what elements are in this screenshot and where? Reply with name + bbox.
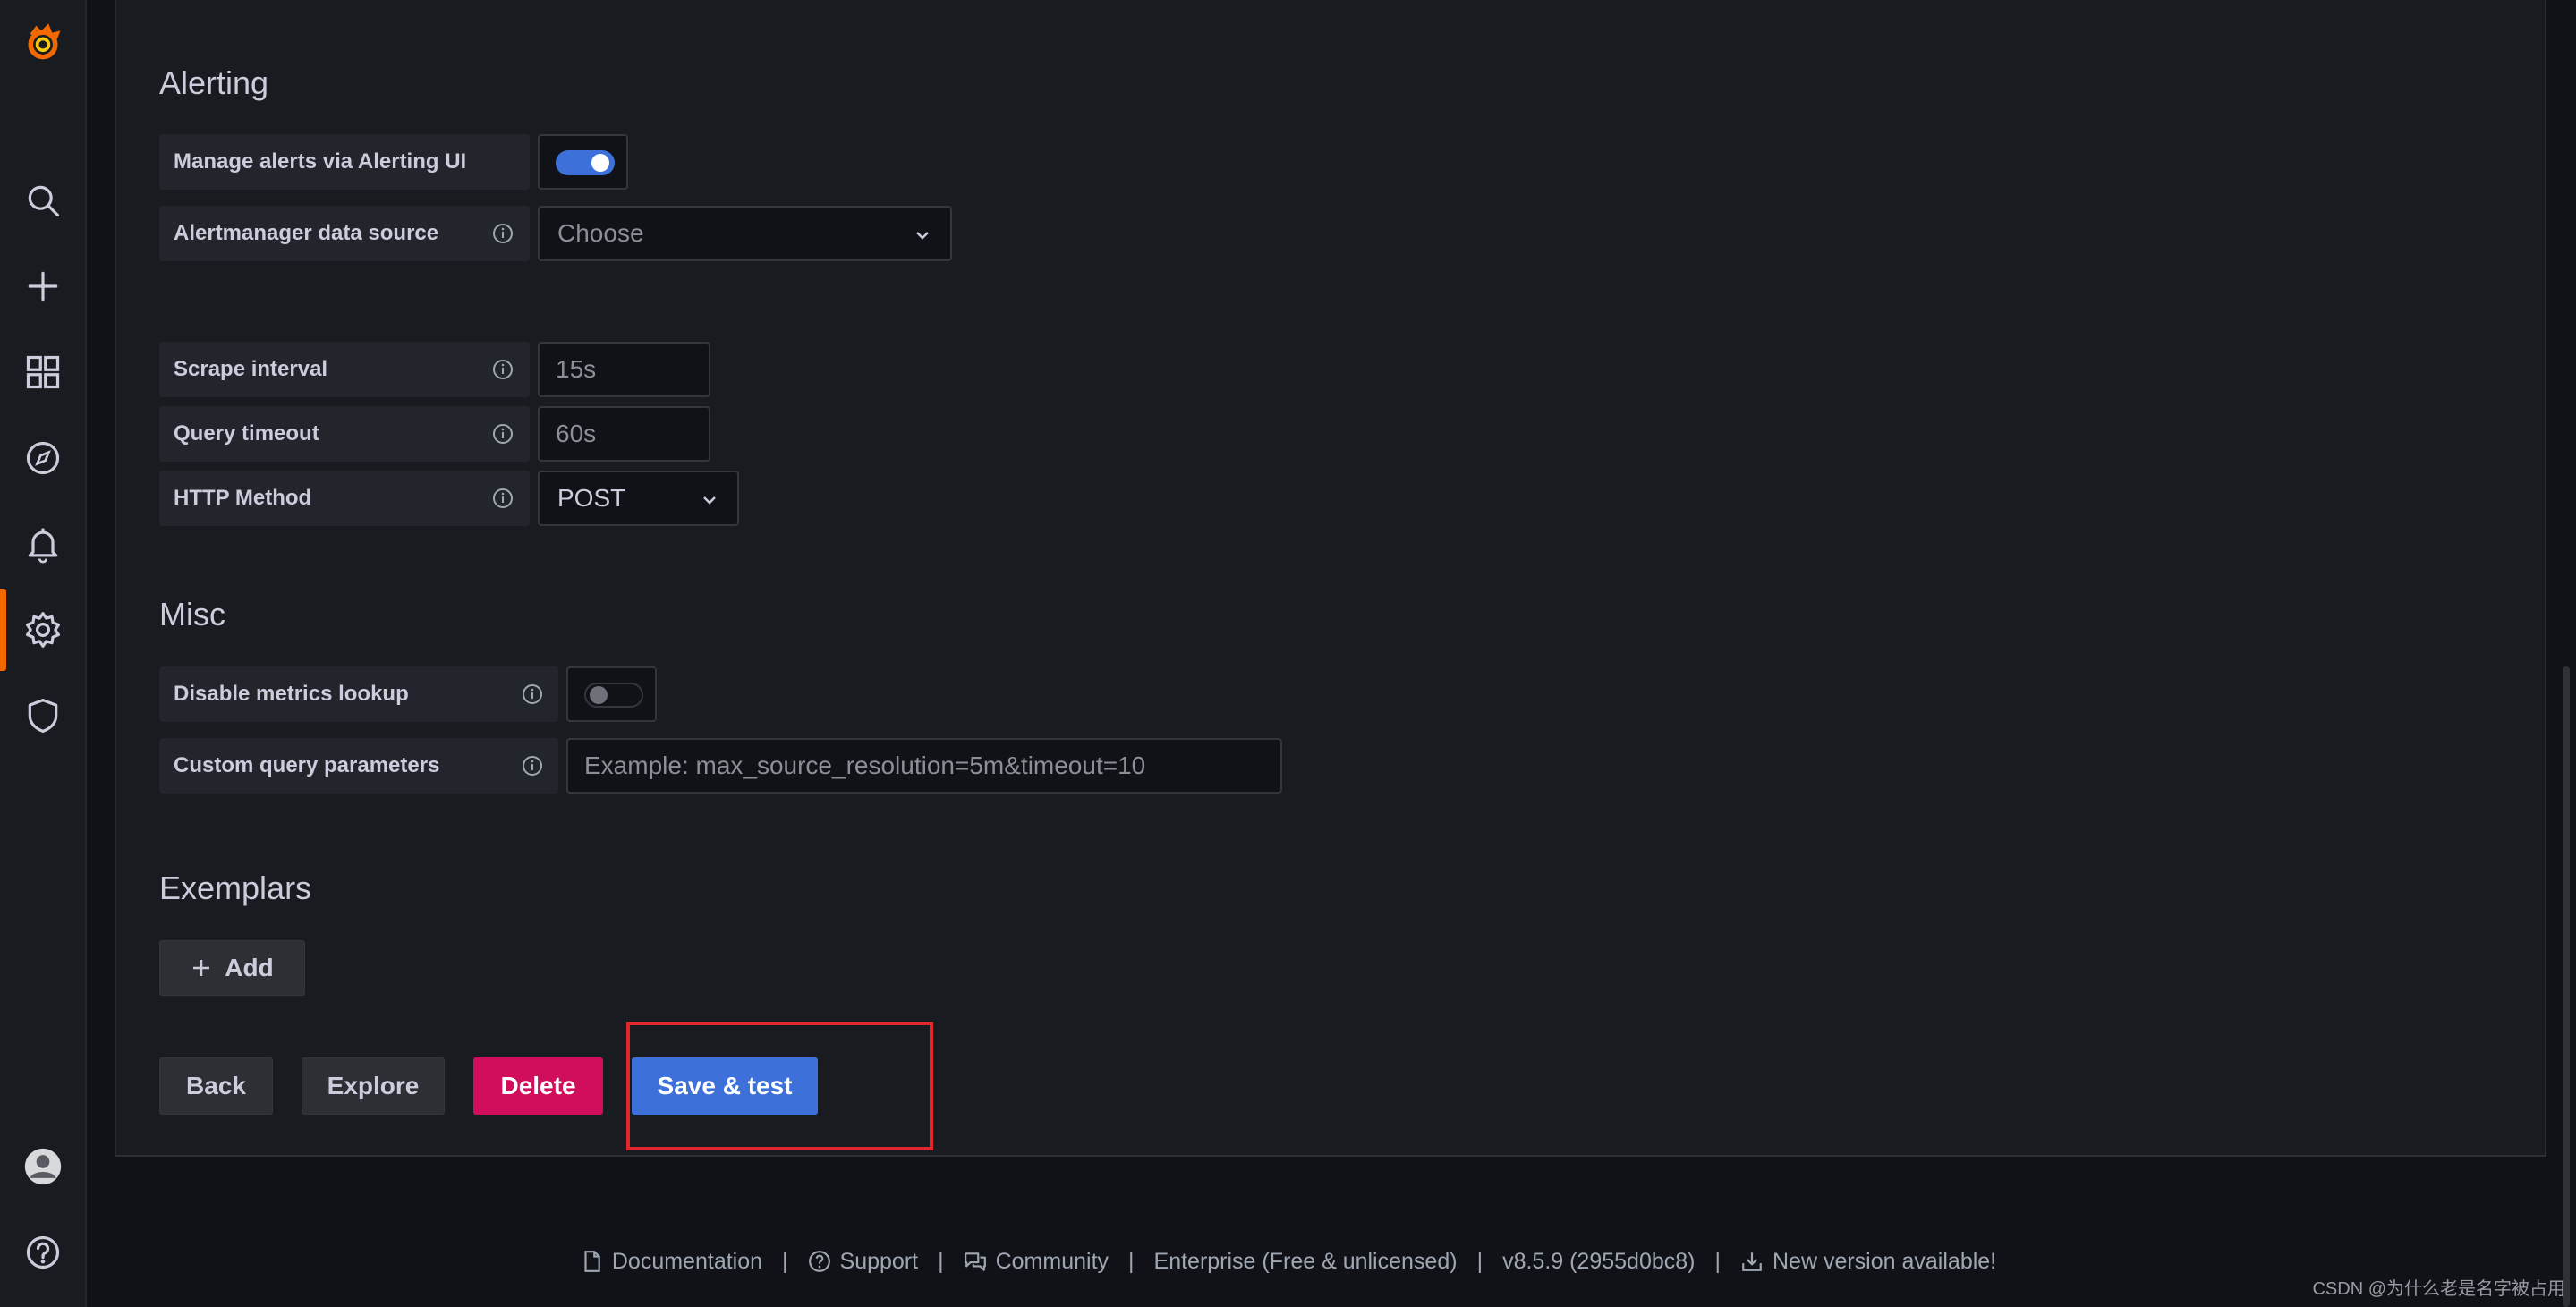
footer-community-link[interactable]: Community	[964, 1249, 1109, 1275]
back-button[interactable]: Back	[159, 1057, 273, 1115]
custom-params-placeholder: Example: max_source_resolution=5m&timeou…	[584, 751, 1146, 779]
info-icon[interactable]	[492, 488, 514, 509]
info-icon[interactable]	[492, 423, 514, 445]
http-method-select[interactable]: POST	[538, 471, 739, 526]
info-icon[interactable]	[522, 755, 543, 777]
server-admin-icon[interactable]	[21, 694, 64, 737]
explore-icon[interactable]	[21, 437, 64, 480]
footer-documentation-text: Documentation	[611, 1248, 763, 1274]
grafana-logo-icon[interactable]	[21, 21, 64, 64]
chevron-down-icon	[703, 496, 716, 505]
footer-separator: |	[782, 1248, 788, 1274]
disable-lookup-switch-wrap	[566, 666, 657, 722]
info-icon[interactable]	[522, 683, 543, 705]
side-nav	[0, 0, 87, 1307]
query-timeout-label: Query timeout	[159, 406, 530, 462]
footer-separator: |	[1476, 1248, 1484, 1274]
add-exemplar-button[interactable]: Add	[159, 940, 305, 996]
footer-support-text: Support	[839, 1248, 919, 1274]
plus-icon	[193, 960, 210, 976]
query-timeout-placeholder: 60s	[556, 420, 597, 447]
toggle-knob	[591, 154, 609, 172]
manage-alerts-switch-wrap	[538, 134, 628, 190]
footer-new-version-link[interactable]: New version available!	[1740, 1249, 1996, 1275]
manage-alerts-toggle[interactable]	[556, 150, 615, 175]
custom-params-input[interactable]: Example: max_source_resolution=5m&timeou…	[566, 738, 1282, 794]
footer-documentation-link[interactable]: Documentation	[580, 1249, 762, 1275]
search-icon[interactable]	[21, 179, 64, 222]
scrape-interval-label-text: Scrape interval	[174, 357, 328, 381]
active-nav-indicator	[0, 589, 6, 671]
footer: Documentation | Support | Community | En…	[0, 1245, 2576, 1277]
disable-lookup-label-text: Disable metrics lookup	[174, 682, 409, 706]
alerting-icon[interactable]	[21, 522, 64, 565]
page-scrollbar[interactable]	[2563, 666, 2570, 1307]
query-timeout-input[interactable]: 60s	[538, 406, 710, 462]
alertmanager-label: Alertmanager data source	[159, 206, 530, 261]
scrape-interval-label: Scrape interval	[159, 342, 530, 397]
add-exemplar-label: Add	[225, 954, 274, 981]
http-method-value: POST	[557, 484, 626, 512]
query-timeout-label-text: Query timeout	[174, 421, 319, 446]
http-method-label: HTTP Method	[159, 471, 530, 526]
alertmanager-select[interactable]: Choose	[538, 206, 952, 261]
alertmanager-label-text: Alertmanager data source	[174, 221, 439, 245]
custom-params-label-text: Custom query parameters	[174, 753, 440, 777]
explore-button[interactable]: Explore	[302, 1057, 445, 1115]
misc-section-title: Misc	[159, 596, 225, 632]
scrape-interval-placeholder: 15s	[556, 355, 597, 383]
manage-alerts-label-text: Manage alerts via Alerting UI	[174, 149, 467, 174]
question-circle-icon	[808, 1251, 830, 1272]
footer-new-version-text: New version available!	[1773, 1248, 1997, 1274]
footer-separator: |	[1128, 1248, 1135, 1274]
scrape-interval-input[interactable]: 15s	[538, 342, 710, 397]
custom-params-label: Custom query parameters	[159, 738, 558, 794]
footer-version: v8.5.9 (2955d0bc8)	[1502, 1248, 1696, 1274]
disable-lookup-label: Disable metrics lookup	[159, 666, 558, 722]
annotation-highlight-box	[626, 1022, 933, 1150]
info-icon[interactable]	[492, 359, 514, 380]
configuration-icon[interactable]	[21, 608, 64, 651]
comments-icon	[964, 1252, 986, 1271]
http-method-label-text: HTTP Method	[174, 486, 312, 510]
delete-button[interactable]: Delete	[473, 1057, 603, 1115]
plus-icon[interactable]	[21, 265, 64, 308]
info-icon[interactable]	[492, 223, 514, 244]
manage-alerts-label: Manage alerts via Alerting UI	[159, 134, 530, 190]
document-icon	[584, 1251, 600, 1272]
chevron-down-icon	[916, 232, 929, 240]
watermark: CSDN @为什么老是名字被占用	[2312, 1279, 2565, 1299]
footer-separator: |	[938, 1248, 944, 1274]
alertmanager-select-placeholder: Choose	[557, 219, 644, 247]
footer-edition[interactable]: Enterprise (Free & unlicensed)	[1154, 1249, 1458, 1275]
footer-support-link[interactable]: Support	[808, 1248, 919, 1275]
download-icon	[1742, 1252, 1762, 1271]
footer-separator: |	[1714, 1248, 1722, 1274]
user-avatar-icon[interactable]	[21, 1145, 64, 1188]
toggle-knob	[590, 686, 608, 704]
alerting-section-title: Alerting	[159, 64, 269, 101]
disable-lookup-toggle[interactable]	[584, 683, 643, 708]
dashboards-icon[interactable]	[21, 351, 64, 394]
footer-community-text: Community	[995, 1248, 1109, 1274]
exemplars-section-title: Exemplars	[159, 870, 312, 906]
